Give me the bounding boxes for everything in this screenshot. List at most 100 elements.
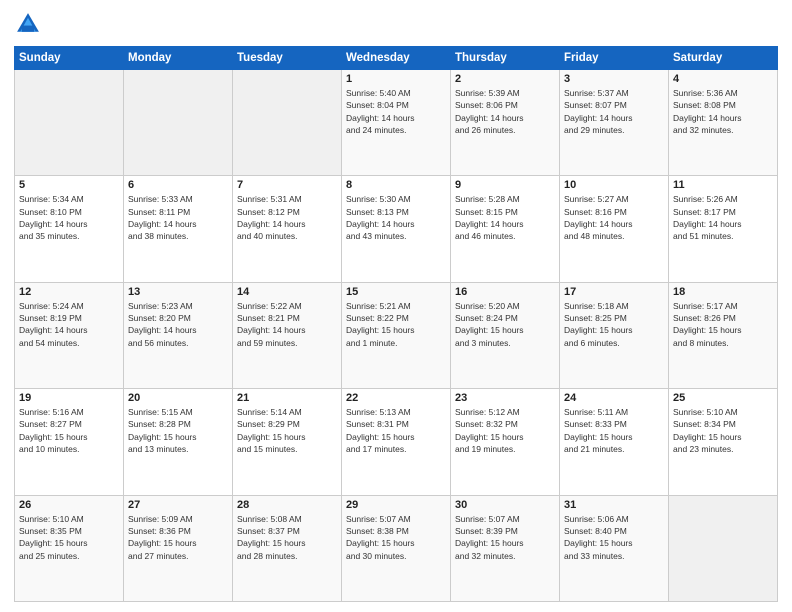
day-info: Sunrise: 5:15 AM Sunset: 8:28 PM Dayligh…	[128, 406, 228, 455]
page: SundayMondayTuesdayWednesdayThursdayFrid…	[0, 0, 792, 612]
calendar-cell: 30 Sunrise: 5:07 AM Sunset: 8:39 PM Dayli…	[451, 495, 560, 601]
calendar-cell	[15, 70, 124, 176]
calendar-cell: 25 Sunrise: 5:10 AM Sunset: 8:34 PM Dayli…	[669, 389, 778, 495]
calendar-cell: 19Sunrise: 5:16 AM Sunset: 8:27 PM Dayli…	[15, 389, 124, 495]
generalblue-logo-icon	[14, 10, 42, 38]
day-info: Sunrise: 5:34 AM Sunset: 8:10 PM Dayligh…	[19, 193, 119, 242]
day-number: 12	[19, 286, 119, 298]
day-info: Sunrise: 5:31 AM Sunset: 8:12 PM Dayligh…	[237, 193, 337, 242]
day-number: 31	[564, 499, 664, 511]
weekday-header-sunday: Sunday	[15, 47, 124, 70]
day-info: Sunrise: 5:40 AM Sunset: 8:04 PM Dayligh…	[346, 87, 446, 136]
weekday-header-friday: Friday	[560, 47, 669, 70]
calendar-cell: 1 Sunrise: 5:40 AM Sunset: 8:04 PM Daylig…	[342, 70, 451, 176]
day-number: 27	[128, 499, 228, 511]
calendar-cell: 8Sunrise: 5:30 AM Sunset: 8:13 PM Daylig…	[342, 176, 451, 282]
calendar-cell	[124, 70, 233, 176]
calendar-table: SundayMondayTuesdayWednesdayThursdayFrid…	[14, 46, 778, 602]
calendar-week-row: 5 Sunrise: 5:34 AM Sunset: 8:10 PM Daylig…	[15, 176, 778, 282]
weekday-header-wednesday: Wednesday	[342, 47, 451, 70]
day-info: Sunrise: 5:37 AM Sunset: 8:07 PM Dayligh…	[564, 87, 664, 136]
day-number: 18	[673, 286, 773, 298]
day-info: Sunrise: 5:23 AM Sunset: 8:20 PM Dayligh…	[128, 300, 228, 349]
day-info: Sunrise: 5:27 AM Sunset: 8:16 PM Dayligh…	[564, 193, 664, 242]
calendar-cell: 6 Sunrise: 5:33 AM Sunset: 8:11 PM Daylig…	[124, 176, 233, 282]
calendar-cell: 14 Sunrise: 5:22 AM Sunset: 8:21 PM Dayli…	[233, 282, 342, 388]
calendar-cell: 7 Sunrise: 5:31 AM Sunset: 8:12 PM Daylig…	[233, 176, 342, 282]
calendar-cell: 16 Sunrise: 5:20 AM Sunset: 8:24 PM Dayli…	[451, 282, 560, 388]
day-info: Sunrise: 5:39 AM Sunset: 8:06 PM Dayligh…	[455, 87, 555, 136]
day-info: Sunrise: 5:10 AM Sunset: 8:35 PM Dayligh…	[19, 513, 119, 562]
day-info: Sunrise: 5:24 AM Sunset: 8:19 PM Dayligh…	[19, 300, 119, 349]
day-number: 11	[673, 179, 773, 191]
day-number: 5	[19, 179, 119, 191]
day-info: Sunrise: 5:21 AM Sunset: 8:22 PM Dayligh…	[346, 300, 446, 349]
day-number: 30	[455, 499, 555, 511]
day-info: Sunrise: 5:30 AM Sunset: 8:13 PM Dayligh…	[346, 193, 446, 242]
day-info: Sunrise: 5:12 AM Sunset: 8:32 PM Dayligh…	[455, 406, 555, 455]
day-number: 10	[564, 179, 664, 191]
day-info: Sunrise: 5:28 AM Sunset: 8:15 PM Dayligh…	[455, 193, 555, 242]
day-number: 22	[346, 392, 446, 404]
day-number: 19	[19, 392, 119, 404]
day-number: 16	[455, 286, 555, 298]
calendar-cell	[669, 495, 778, 601]
day-info: Sunrise: 5:07 AM Sunset: 8:38 PM Dayligh…	[346, 513, 446, 562]
calendar-week-row: 1 Sunrise: 5:40 AM Sunset: 8:04 PM Daylig…	[15, 70, 778, 176]
weekday-header-thursday: Thursday	[451, 47, 560, 70]
calendar-cell: 20 Sunrise: 5:15 AM Sunset: 8:28 PM Dayli…	[124, 389, 233, 495]
day-info: Sunrise: 5:33 AM Sunset: 8:11 PM Dayligh…	[128, 193, 228, 242]
weekday-header-monday: Monday	[124, 47, 233, 70]
day-number: 13	[128, 286, 228, 298]
day-number: 7	[237, 179, 337, 191]
calendar-cell: 26 Sunrise: 5:10 AM Sunset: 8:35 PM Dayli…	[15, 495, 124, 601]
calendar-cell: 4 Sunrise: 5:36 AM Sunset: 8:08 PM Daylig…	[669, 70, 778, 176]
day-info: Sunrise: 5:36 AM Sunset: 8:08 PM Dayligh…	[673, 87, 773, 136]
calendar-cell: 2 Sunrise: 5:39 AM Sunset: 8:06 PM Daylig…	[451, 70, 560, 176]
day-number: 9	[455, 179, 555, 191]
calendar-cell: 12 Sunrise: 5:24 AM Sunset: 8:19 PM Dayli…	[15, 282, 124, 388]
day-number: 20	[128, 392, 228, 404]
day-info: Sunrise: 5:08 AM Sunset: 8:37 PM Dayligh…	[237, 513, 337, 562]
day-number: 17	[564, 286, 664, 298]
day-number: 14	[237, 286, 337, 298]
calendar-cell: 28 Sunrise: 5:08 AM Sunset: 8:37 PM Dayli…	[233, 495, 342, 601]
day-info: Sunrise: 5:06 AM Sunset: 8:40 PM Dayligh…	[564, 513, 664, 562]
day-info: Sunrise: 5:11 AM Sunset: 8:33 PM Dayligh…	[564, 406, 664, 455]
calendar-cell: 3 Sunrise: 5:37 AM Sunset: 8:07 PM Daylig…	[560, 70, 669, 176]
day-info: Sunrise: 5:14 AM Sunset: 8:29 PM Dayligh…	[237, 406, 337, 455]
header	[14, 10, 778, 38]
calendar-cell	[233, 70, 342, 176]
day-info: Sunrise: 5:07 AM Sunset: 8:39 PM Dayligh…	[455, 513, 555, 562]
day-number: 25	[673, 392, 773, 404]
day-number: 29	[346, 499, 446, 511]
day-info: Sunrise: 5:13 AM Sunset: 8:31 PM Dayligh…	[346, 406, 446, 455]
logo	[14, 10, 46, 38]
calendar-cell: 22 Sunrise: 5:13 AM Sunset: 8:31 PM Dayli…	[342, 389, 451, 495]
day-info: Sunrise: 5:26 AM Sunset: 8:17 PM Dayligh…	[673, 193, 773, 242]
day-info: Sunrise: 5:17 AM Sunset: 8:26 PM Dayligh…	[673, 300, 773, 349]
weekday-header-saturday: Saturday	[669, 47, 778, 70]
day-info: Sunrise: 5:10 AM Sunset: 8:34 PM Dayligh…	[673, 406, 773, 455]
day-number: 1	[346, 73, 446, 85]
day-number: 4	[673, 73, 773, 85]
day-number: 28	[237, 499, 337, 511]
day-number: 3	[564, 73, 664, 85]
day-number: 6	[128, 179, 228, 191]
day-info: Sunrise: 5:09 AM Sunset: 8:36 PM Dayligh…	[128, 513, 228, 562]
day-number: 2	[455, 73, 555, 85]
calendar-cell: 9 Sunrise: 5:28 AM Sunset: 8:15 PM Daylig…	[451, 176, 560, 282]
calendar-cell: 5 Sunrise: 5:34 AM Sunset: 8:10 PM Daylig…	[15, 176, 124, 282]
day-number: 23	[455, 392, 555, 404]
calendar-cell: 17Sunrise: 5:18 AM Sunset: 8:25 PM Dayli…	[560, 282, 669, 388]
calendar-cell: 27 Sunrise: 5:09 AM Sunset: 8:36 PM Dayli…	[124, 495, 233, 601]
day-number: 21	[237, 392, 337, 404]
calendar-cell: 23 Sunrise: 5:12 AM Sunset: 8:32 PM Dayli…	[451, 389, 560, 495]
day-info: Sunrise: 5:22 AM Sunset: 8:21 PM Dayligh…	[237, 300, 337, 349]
weekday-header-tuesday: Tuesday	[233, 47, 342, 70]
calendar-week-row: 26 Sunrise: 5:10 AM Sunset: 8:35 PM Dayli…	[15, 495, 778, 601]
day-number: 26	[19, 499, 119, 511]
calendar-cell: 29 Sunrise: 5:07 AM Sunset: 8:38 PM Dayli…	[342, 495, 451, 601]
calendar-week-row: 12 Sunrise: 5:24 AM Sunset: 8:19 PM Dayli…	[15, 282, 778, 388]
day-info: Sunrise: 5:20 AM Sunset: 8:24 PM Dayligh…	[455, 300, 555, 349]
